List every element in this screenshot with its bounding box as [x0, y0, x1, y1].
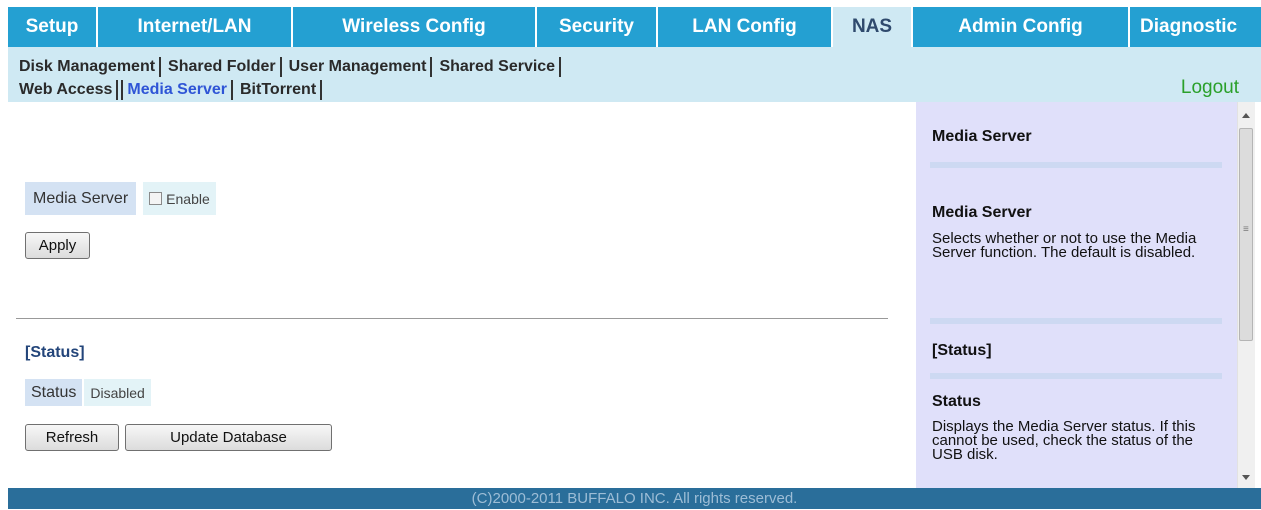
tab-setup[interactable]: Setup [8, 7, 98, 47]
scrollbar-thumb[interactable]: ≡ [1239, 128, 1253, 341]
tab-internet-lan[interactable]: Internet/LAN [98, 7, 293, 47]
help-heading-media-server: Media Server [932, 204, 1032, 221]
sub-nav: Disk Management Shared Folder User Manag… [8, 47, 1261, 102]
subnav-bittorrent[interactable]: BitTorrent [236, 80, 323, 100]
logout-link[interactable]: Logout [1181, 77, 1239, 99]
subnav-disk-management[interactable]: Disk Management [18, 57, 162, 77]
media-server-row: Media Server Enable [25, 182, 216, 215]
status-section-title: [Status] [25, 344, 85, 361]
sub-nav-row-1: Disk Management Shared Folder User Manag… [18, 57, 564, 77]
apply-button[interactable]: Apply [25, 232, 90, 259]
subnav-shared-service[interactable]: Shared Service [435, 57, 562, 77]
main-content: Media Server Enable Apply [Status] Statu… [8, 102, 916, 488]
subnav-user-management[interactable]: User Management [285, 57, 433, 77]
section-divider [16, 318, 888, 319]
subnav-web-access[interactable]: Web Access [18, 80, 119, 100]
media-server-label: Media Server [25, 182, 137, 215]
status-value: Disabled [84, 379, 151, 406]
main-nav: Setup Internet/LAN Wireless Config Secur… [8, 7, 1261, 47]
enable-checkbox[interactable] [149, 192, 163, 205]
subnav-shared-folder[interactable]: Shared Folder [164, 57, 282, 77]
refresh-button[interactable]: Refresh [25, 424, 119, 451]
tab-security[interactable]: Security [537, 7, 658, 47]
help-scrollbar[interactable]: ≡ [1237, 102, 1255, 488]
status-row: Status Disabled [25, 379, 151, 406]
update-database-button[interactable]: Update Database [125, 424, 332, 451]
help-heading-status-section: [Status] [932, 342, 992, 359]
help-panel: Media Server Media Server Selects whethe… [916, 102, 1237, 488]
sub-nav-row-2: Web Access Media Server BitTorrent [18, 80, 325, 100]
scroll-up-icon[interactable] [1242, 113, 1250, 118]
enable-checkbox-cell[interactable]: Enable [143, 182, 216, 215]
help-title: Media Server [932, 128, 1032, 145]
tab-admin-config[interactable]: Admin Config [913, 7, 1130, 47]
tab-diagnostic[interactable]: Diagnostic [1130, 7, 1261, 47]
status-label: Status [25, 379, 83, 406]
tab-wireless-config[interactable]: Wireless Config [293, 7, 537, 47]
footer: (C)2000-2011 BUFFALO INC. All rights res… [8, 488, 1261, 509]
tab-nas[interactable]: NAS [833, 7, 913, 47]
tab-lan-config[interactable]: LAN Config [658, 7, 833, 47]
help-divider [930, 373, 1222, 379]
help-divider [930, 318, 1222, 324]
help-text-media-server: Selects whether or not to use the Media … [932, 230, 1197, 261]
enable-label: Enable [166, 190, 210, 207]
grip-icon: ≡ [1243, 224, 1249, 235]
help-text-status: Displays the Media Server status. If thi… [932, 418, 1196, 463]
scroll-down-icon[interactable] [1242, 475, 1250, 480]
subnav-media-server[interactable]: Media Server [121, 80, 233, 100]
copyright-text: (C)2000-2011 BUFFALO INC. All rights res… [471, 490, 798, 507]
help-divider [930, 162, 1222, 168]
help-heading-status: Status [932, 393, 981, 410]
